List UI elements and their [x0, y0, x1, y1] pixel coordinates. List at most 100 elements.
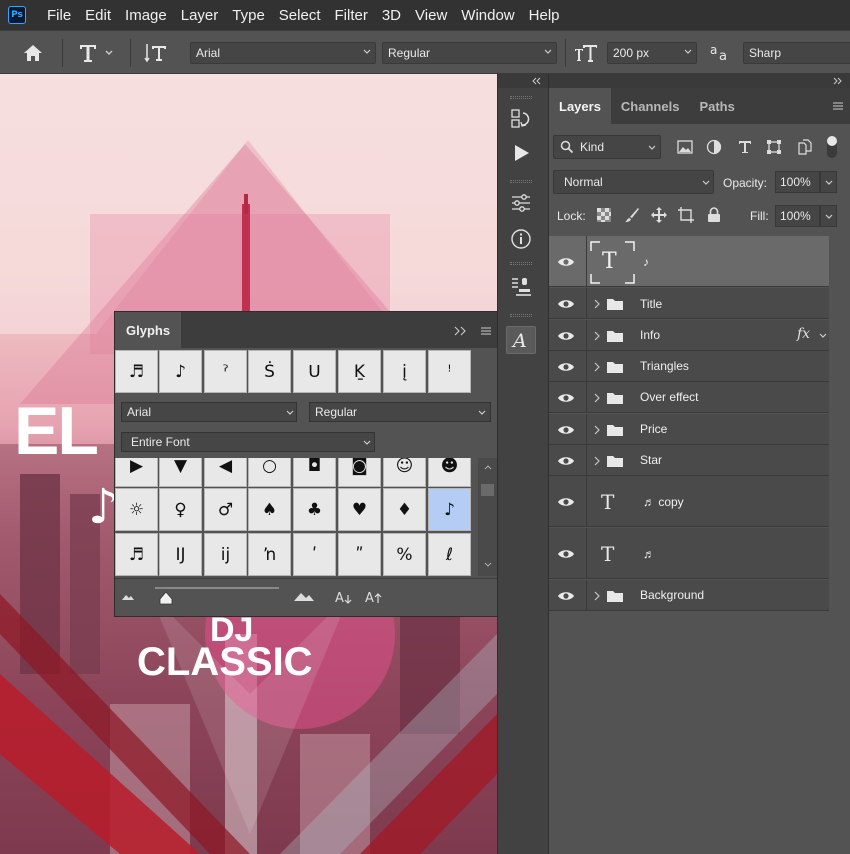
layer-row-title[interactable]: Title — [549, 288, 829, 319]
menu-image[interactable]: Image — [118, 0, 174, 30]
opacity-dropdown[interactable] — [820, 171, 837, 193]
recent-glyph[interactable]: ♪ — [159, 350, 202, 393]
home-icon[interactable] — [22, 31, 44, 75]
decrease-size-icon[interactable]: A — [335, 589, 355, 605]
info-icon[interactable] — [508, 226, 534, 252]
glyph-cell[interactable]: % — [383, 533, 426, 576]
collapse-right-icon[interactable] — [833, 77, 843, 85]
glyph-cell[interactable]: ♂ — [204, 488, 247, 531]
smart-object-filter-icon[interactable] — [798, 139, 812, 155]
font-style-select[interactable]: Regular — [382, 42, 557, 64]
glyph-cell[interactable]: ℓ — [428, 533, 471, 576]
glyph-cell[interactable]: ◀ — [204, 458, 247, 487]
glyph-cell[interactable]: ◙ — [338, 458, 381, 487]
adjustment-filter-icon[interactable] — [706, 139, 722, 155]
scroll-thumb[interactable] — [481, 484, 494, 496]
glyph-scrollbar[interactable] — [478, 458, 497, 576]
expand-chevron-icon[interactable] — [593, 393, 601, 403]
layer-row-triangles[interactable]: Triangles — [549, 351, 829, 382]
glyph-cell[interactable]: ▼ — [159, 458, 202, 487]
visibility-eye-icon[interactable] — [557, 590, 575, 602]
glyph-cell[interactable]: ♠ — [248, 488, 291, 531]
large-mountain-icon[interactable] — [293, 590, 315, 602]
menu-edit[interactable]: Edit — [78, 0, 118, 30]
glyph-cell[interactable]: ʹ — [293, 533, 336, 576]
menu-window[interactable]: Window — [454, 0, 521, 30]
tab-glyphs[interactable]: Glyphs — [115, 312, 182, 348]
visibility-eye-icon[interactable] — [557, 548, 575, 560]
visibility-eye-icon[interactable] — [557, 424, 575, 436]
recent-glyph[interactable]: ♬ — [115, 350, 158, 393]
visibility-eye-icon[interactable] — [557, 455, 575, 467]
font-size-select[interactable]: 200 px — [607, 42, 697, 64]
menu-select[interactable]: Select — [272, 0, 328, 30]
glyph-cell[interactable]: ♦ — [383, 488, 426, 531]
layer-row-star[interactable]: Star — [549, 445, 829, 476]
expand-chevron-icon[interactable] — [593, 425, 601, 435]
tab-channels[interactable]: Channels — [611, 88, 690, 124]
lock-all-icon[interactable] — [707, 207, 721, 223]
menu-3d[interactable]: 3D — [375, 0, 408, 30]
visibility-eye-icon[interactable] — [557, 496, 575, 508]
menu-type[interactable]: Type — [225, 0, 272, 30]
glyph-cell[interactable]: ☺ — [383, 458, 426, 487]
glyph-font-family-select[interactable]: Arial — [121, 402, 297, 422]
history-icon[interactable] — [508, 106, 534, 132]
layer-row-info[interactable]: Info fx — [549, 320, 829, 351]
fill-input[interactable]: 100% — [775, 205, 820, 227]
glyph-cell[interactable]: ☻ — [428, 458, 471, 487]
recent-glyph[interactable]: ᑌ — [293, 350, 336, 393]
opacity-input[interactable]: 100% — [775, 171, 820, 193]
collapse-left-icon[interactable] — [531, 77, 541, 85]
expand-chevron-icon[interactable] — [593, 591, 601, 601]
expand-chevron-icon[interactable] — [593, 456, 601, 466]
tab-layers[interactable]: Layers — [549, 88, 611, 124]
small-mountain-icon[interactable] — [121, 593, 135, 601]
strip-grip[interactable] — [510, 314, 532, 317]
size-slider-track[interactable] — [155, 587, 279, 589]
tab-paths[interactable]: Paths — [689, 88, 744, 124]
menu-filter[interactable]: Filter — [328, 0, 375, 30]
expand-chevron-icon[interactable] — [593, 299, 601, 309]
expand-chevron-icon[interactable] — [593, 331, 601, 341]
filter-toggle[interactable] — [827, 136, 837, 158]
glyph-font-style-select[interactable]: Regular — [309, 402, 491, 422]
strip-collapse-bar[interactable] — [498, 74, 548, 88]
glyph-cell[interactable]: Ĳ — [159, 533, 202, 576]
strip-grip[interactable] — [510, 180, 532, 183]
recent-glyph[interactable]: į — [383, 350, 426, 393]
layers-collapse-bar[interactable] — [549, 74, 850, 88]
panel-menu-icon[interactable] — [832, 101, 844, 111]
visibility-eye-icon[interactable] — [557, 361, 575, 373]
adjustments-sliders-icon[interactable] — [508, 190, 534, 216]
antialias-select[interactable]: Sharp — [743, 42, 850, 64]
visibility-eye-icon[interactable] — [557, 298, 575, 310]
actions-play-icon[interactable] — [508, 140, 534, 166]
recent-glyph[interactable]: ꜝ — [428, 350, 471, 393]
visibility-eye-icon[interactable] — [557, 392, 575, 404]
recent-glyph[interactable]: Ṡ — [248, 350, 291, 393]
increase-size-icon[interactable]: A — [365, 589, 385, 605]
glyph-cell[interactable]: ♣ — [293, 488, 336, 531]
recent-glyph[interactable]: Ḵ — [338, 350, 381, 393]
glyph-cell[interactable]: ☼ — [115, 488, 158, 531]
visibility-eye-icon[interactable] — [557, 330, 575, 342]
menu-layer[interactable]: Layer — [174, 0, 226, 30]
glyph-cell[interactable]: ▶ — [115, 458, 158, 487]
strip-grip[interactable] — [510, 96, 532, 99]
size-slider-thumb-icon[interactable] — [159, 591, 173, 605]
glyphs-panel-icon[interactable]: A — [506, 326, 536, 354]
menu-help[interactable]: Help — [522, 0, 567, 30]
filter-kind-select[interactable]: Kind — [553, 135, 661, 159]
glyph-cell[interactable]: ○ — [248, 458, 291, 487]
type-tool-icon[interactable] — [78, 31, 114, 75]
strip-grip[interactable] — [510, 262, 532, 265]
font-family-select[interactable]: Arial — [190, 42, 376, 64]
lock-pixels-brush-icon[interactable] — [624, 207, 640, 223]
scroll-up-icon[interactable] — [484, 464, 492, 470]
layer-effects-fx-icon[interactable]: fx — [797, 326, 810, 342]
blend-mode-select[interactable]: Normal — [553, 170, 714, 194]
menu-file[interactable]: File — [40, 0, 78, 30]
layer-row-note-text[interactable]: T ♪ — [549, 236, 829, 287]
layer-row-price[interactable]: Price — [549, 414, 829, 445]
